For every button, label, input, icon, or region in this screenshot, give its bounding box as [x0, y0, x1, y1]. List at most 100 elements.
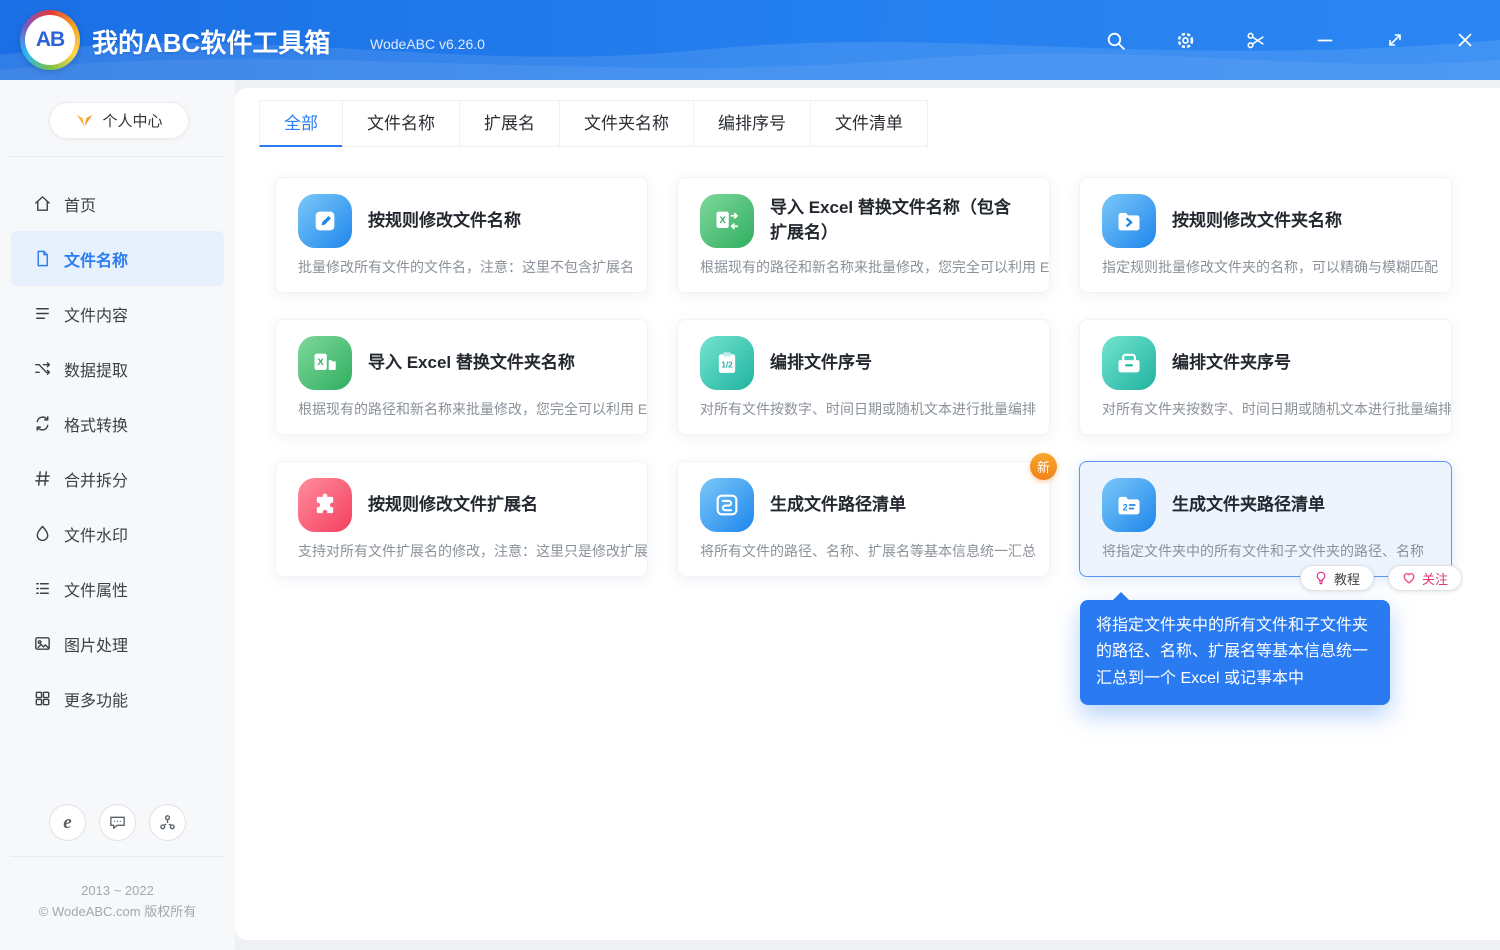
card-description: 将所有文件的路径、名称、扩展名等基本信息统一汇总: [700, 543, 1036, 559]
sidebar-item-file-content[interactable]: 文件内容: [11, 286, 224, 341]
lightbulb-icon: [1314, 571, 1328, 585]
card-description: 根据现有的路径和新名称来批量修改，您完全可以利用 Excel: [700, 259, 1049, 275]
tab-folder-name[interactable]: 文件夹名称: [559, 100, 694, 147]
sidebar-item-label: 文件水印: [64, 527, 129, 545]
folder-path-list-icon: 2: [1102, 478, 1156, 532]
sidebar-footer: 2013 ~ 2022 © WodeABC.com 版权所有: [0, 880, 235, 922]
tutorial-button[interactable]: 教程: [1300, 565, 1375, 591]
app-title: 我的ABC软件工具箱: [92, 28, 331, 58]
heart-icon: [1402, 571, 1416, 585]
file-path-list-icon: [700, 478, 754, 532]
titlebar: AB 我的ABC软件工具箱 WodeABC v6.26.0: [0, 0, 1500, 80]
card-title: 编排文件夹序号: [1172, 352, 1291, 372]
card-description: 支持对所有文件扩展名的修改，注意：这里只是修改扩展名: [298, 543, 647, 559]
sidebar-item-label: 文件名称: [64, 252, 129, 270]
clipboard-number-icon: 1/2: [700, 336, 754, 390]
sidebar-item-label: 格式转换: [64, 417, 129, 435]
card-title: 编排文件序号: [770, 352, 872, 372]
main-panel: 全部 文件名称 扩展名 文件夹名称 编排序号 文件清单 按规则修改文件名称 批量…: [235, 88, 1500, 940]
minimize-icon[interactable]: [1314, 29, 1336, 51]
puzzle-extension-icon: [298, 478, 352, 532]
personal-center-label: 个人中心: [102, 113, 163, 130]
personal-center-button[interactable]: 个人中心: [49, 102, 189, 139]
sidebar-item-label: 数据提取: [64, 362, 129, 380]
card-description: 将指定文件夹中的所有文件和子文件夹的路径、名称: [1102, 543, 1424, 559]
card-number-files[interactable]: 1/2 编排文件序号 对所有文件按数字、时间日期或随机文本进行批量编排: [677, 319, 1050, 435]
tab-file-name[interactable]: 文件名称: [342, 100, 460, 147]
sidebar-item-home[interactable]: 首页: [11, 176, 224, 231]
sidebar-item-image-processing[interactable]: 图片处理: [11, 616, 224, 671]
sidebar-item-label: 合并拆分: [64, 472, 129, 490]
vip-badge-icon: [75, 111, 94, 130]
sidebar-item-more-features[interactable]: 更多功能: [11, 671, 224, 726]
chat-icon[interactable]: [99, 804, 136, 841]
folder-edit-icon: [1102, 194, 1156, 248]
maximize-resize-icon[interactable]: [1384, 29, 1406, 51]
card-generate-folder-path-list[interactable]: 2 生成文件夹路径清单 将指定文件夹中的所有文件和子文件夹的路径、名称: [1079, 461, 1452, 577]
card-modify-file-extensions[interactable]: 按规则修改文件扩展名 支持对所有文件扩展名的修改，注意：这里只是修改扩展名: [275, 461, 648, 577]
card-rename-folders-by-rule[interactable]: 按规则修改文件夹名称 指定规则批量修改文件夹的名称，可以精确与模糊匹配: [1079, 177, 1452, 293]
grid-icon: [33, 689, 52, 708]
card-import-excel-replace-file-names[interactable]: X 导入 Excel 替换文件名称（包含扩展名） 根据现有的路径和新名称来批量修…: [677, 177, 1050, 293]
sidebar-item-label: 文件属性: [64, 582, 129, 600]
scissors-icon[interactable]: [1244, 29, 1266, 51]
sidebar: 个人中心 首页 文件名称 文件内容 数据提取 格式转换 合并拆分 文件水印 文件…: [0, 80, 235, 950]
follow-button-label: 关注: [1422, 571, 1449, 587]
file-icon: [33, 249, 52, 268]
tab-all[interactable]: 全部: [259, 100, 343, 147]
sidebar-item-watermark[interactable]: 文件水印: [11, 506, 224, 561]
card-title: 生成文件路径清单: [770, 494, 906, 514]
copyright-years: 2013 ~ 2022: [81, 883, 154, 898]
feature-cards-grid: 按规则修改文件名称 批量修改所有文件的文件名，注意：这里不包含扩展名 X 导入 …: [235, 147, 1500, 577]
tab-extension[interactable]: 扩展名: [459, 100, 560, 147]
tab-file-list[interactable]: 文件清单: [810, 100, 928, 147]
share-network-icon[interactable]: [149, 804, 186, 841]
ie-browser-icon[interactable]: e: [49, 804, 86, 841]
card-generate-file-path-list[interactable]: 新 生成文件路径清单 将所有文件的路径、名称、扩展名等基本信息统一汇总: [677, 453, 1057, 577]
sidebar-divider-bottom: [10, 856, 225, 857]
sidebar-item-data-extract[interactable]: 数据提取: [11, 341, 224, 396]
copyright-text: © WodeABC.com 版权所有: [38, 904, 197, 919]
card-title: 按规则修改文件夹名称: [1172, 210, 1342, 230]
close-icon[interactable]: [1454, 29, 1476, 51]
home-icon: [33, 194, 52, 213]
image-icon: [33, 634, 52, 653]
svg-text:X: X: [719, 215, 726, 225]
settings-gear-icon[interactable]: [1174, 29, 1196, 51]
sidebar-nav: 首页 文件名称 文件内容 数据提取 格式转换 合并拆分 文件水印 文件属性 图片…: [0, 176, 235, 726]
svg-text:1/2: 1/2: [721, 361, 733, 370]
card-rename-files-by-rule[interactable]: 按规则修改文件名称 批量修改所有文件的文件名，注意：这里不包含扩展名: [275, 177, 648, 293]
new-badge: 新: [1030, 453, 1057, 480]
sidebar-tools: e: [0, 804, 235, 841]
app-logo-text: AB: [25, 15, 75, 65]
shuffle-arrows-icon: [33, 359, 52, 378]
text-lines-icon: [33, 304, 52, 323]
selected-card-actions: 教程 关注: [1300, 565, 1463, 591]
card-title: 按规则修改文件名称: [368, 210, 521, 230]
category-tabs: 全部 文件名称 扩展名 文件夹名称 编排序号 文件清单: [235, 88, 1500, 147]
card-number-folders[interactable]: 编排文件夹序号 对所有文件夹按数字、时间日期或随机文本进行批量编排: [1079, 319, 1452, 435]
sidebar-item-file-name[interactable]: 文件名称: [11, 231, 224, 286]
follow-button[interactable]: 关注: [1388, 565, 1463, 591]
edit-file-icon: [298, 194, 352, 248]
card-description: 对所有文件夹按数字、时间日期或随机文本进行批量编排: [1102, 401, 1451, 417]
card-tooltip: 将指定文件夹中的所有文件和子文件夹的路径、名称、扩展名等基本信息统一汇总到一个 …: [1080, 591, 1390, 706]
sidebar-item-file-attributes[interactable]: 文件属性: [11, 561, 224, 616]
search-icon[interactable]: [1104, 29, 1126, 51]
convert-cycle-icon: [33, 414, 52, 433]
folder-number-icon: [1102, 336, 1156, 390]
sidebar-item-format-convert[interactable]: 格式转换: [11, 396, 224, 451]
card-description: 指定规则批量修改文件夹的名称，可以精确与模糊匹配: [1102, 259, 1438, 275]
sidebar-item-merge-split[interactable]: 合并拆分: [11, 451, 224, 506]
card-import-excel-replace-folder-names[interactable]: X 导入 Excel 替换文件夹名称 根据现有的路径和新名称来批量修改，您完全可…: [275, 319, 648, 435]
card-title: 生成文件夹路径清单: [1172, 494, 1325, 514]
excel-swap-icon: X: [700, 194, 754, 248]
tab-serial-number[interactable]: 编排序号: [693, 100, 811, 147]
tutorial-button-label: 教程: [1334, 571, 1361, 587]
hash-icon: [33, 469, 52, 488]
app-version: WodeABC v6.26.0: [370, 36, 485, 52]
sidebar-item-label: 首页: [64, 197, 97, 215]
sidebar-divider-top: [10, 156, 225, 157]
svg-text:X: X: [317, 357, 324, 367]
excel-folder-swap-icon: X: [298, 336, 352, 390]
